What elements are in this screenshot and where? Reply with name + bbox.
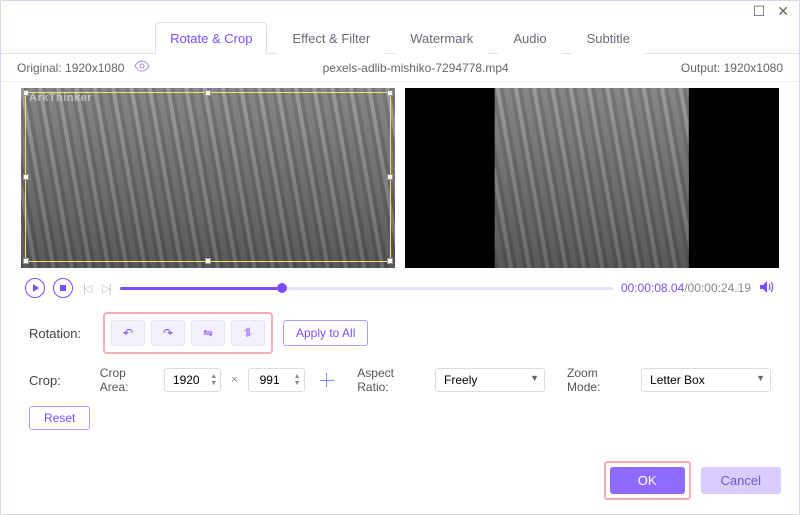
preview-area: ArkThinker [1,82,799,272]
tab-effect-filter[interactable]: Effect & Filter [277,22,385,54]
preview-output [405,88,779,268]
crop-selection[interactable] [25,92,391,262]
tab-rotate-crop[interactable]: Rotate & Crop [155,22,267,54]
crop-width-spinner[interactable]: ▲▼ [207,373,220,387]
playback-bar: |◁ ▷| 00:00:08.04/00:00:24.19 [1,272,799,302]
crop-label: Crop: [29,373,90,388]
volume-icon[interactable] [759,280,775,297]
center-crop-icon[interactable] [315,368,340,392]
maximize-icon[interactable]: ☐ [753,3,766,20]
preview-eye-icon[interactable] [134,60,150,75]
titlebar: ☐ ✕ [1,1,799,21]
crop-handle-br[interactable] [387,258,393,264]
rotate-cw-button[interactable]: ↷ [151,320,185,346]
flip-horizontal-button[interactable]: ⇋ [191,320,225,346]
crop-handle-t[interactable] [205,90,211,96]
crop-handle-l[interactable] [23,174,29,180]
rotate-ccw-button[interactable]: ↶ [111,320,145,346]
ok-highlight: OK [604,461,691,500]
stop-button[interactable] [53,278,73,298]
ok-button[interactable]: OK [610,467,685,494]
crop-area-label: Crop Area: [100,366,154,394]
crop-height-field[interactable]: ▲▼ [248,368,305,392]
cancel-button[interactable]: Cancel [701,467,781,494]
time-total: /00:00:24.19 [684,281,751,295]
aspect-ratio-label: Aspect Ratio: [357,366,425,394]
editor-window: ☐ ✕ Rotate & Crop Effect & Filter Waterm… [0,0,800,515]
zoom-mode-select[interactable]: Letter Box [641,368,771,392]
time-current: 00:00:08.04 [621,281,684,295]
tab-bar: Rotate & Crop Effect & Filter Watermark … [1,21,799,54]
crop-handle-b[interactable] [205,258,211,264]
tab-watermark[interactable]: Watermark [395,22,488,54]
preview-original[interactable]: ArkThinker [21,88,395,268]
crop-width-field[interactable]: ▲▼ [164,368,221,392]
flip-vertical-button[interactable]: ⥮ [231,320,265,346]
prev-frame-button[interactable]: |◁ [81,282,92,295]
original-label: Original: 1920x1080 [17,61,124,75]
video-frame-output [495,88,689,268]
seek-fill [120,287,283,290]
crop-height-input[interactable] [249,373,291,387]
tab-subtitle[interactable]: Subtitle [572,22,645,54]
aspect-ratio-select[interactable]: Freely [435,368,545,392]
tab-audio[interactable]: Audio [498,22,561,54]
zoom-mode-label: Zoom Mode: [567,366,631,394]
rotation-button-group: ↶ ↷ ⇋ ⥮ [103,312,273,354]
dimensions-x: × [231,374,237,386]
crop-handle-tl[interactable] [23,90,29,96]
info-bar: Original: 1920x1080 pexels-adlib-mishiko… [1,54,799,82]
crop-handle-r[interactable] [387,174,393,180]
filename-label: pexels-adlib-mishiko-7294778.mp4 [150,61,680,75]
next-frame-button[interactable]: ▷| [100,282,111,295]
apply-to-all-button[interactable]: Apply to All [283,320,368,346]
time-display: 00:00:08.04/00:00:24.19 [621,281,751,295]
crop-handle-tr[interactable] [387,90,393,96]
crop-handle-bl[interactable] [23,258,29,264]
footer-buttons: OK Cancel [604,461,781,500]
play-button[interactable] [25,278,45,298]
controls-panel: Rotation: ↶ ↷ ⇋ ⥮ Apply to All Crop: Cro… [1,302,799,452]
seek-thumb[interactable] [277,283,287,293]
crop-width-input[interactable] [165,373,207,387]
close-icon[interactable]: ✕ [777,3,789,20]
rotation-label: Rotation: [29,326,93,341]
seek-track[interactable] [120,287,613,290]
output-label: Output: 1920x1080 [681,61,783,75]
crop-height-spinner[interactable]: ▲▼ [291,373,304,387]
reset-button[interactable]: Reset [29,406,90,430]
